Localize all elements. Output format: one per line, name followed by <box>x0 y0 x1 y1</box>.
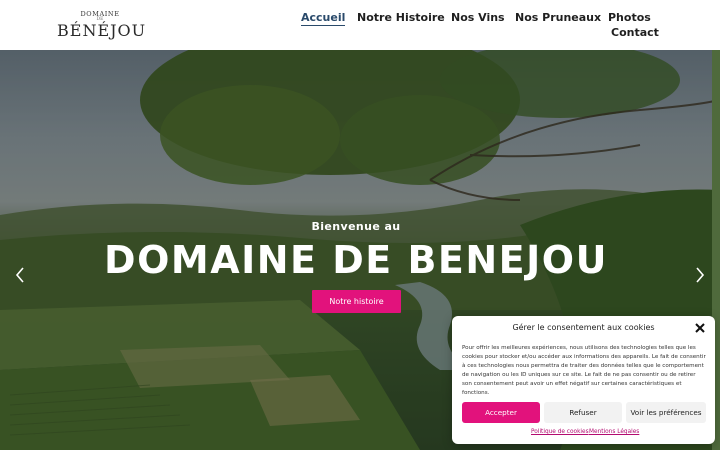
cookie-policy-link[interactable]: Politique de cookies <box>531 429 589 435</box>
nav-nos-vins[interactable]: Nos Vins <box>451 11 505 24</box>
refuse-cookies-button[interactable]: Refuser <box>544 402 622 423</box>
close-icon[interactable] <box>694 322 706 334</box>
chevron-right-icon[interactable] <box>694 267 706 283</box>
site-header: DOMAINE DE BÉNÉJOU Accueil Notre Histoir… <box>0 0 720 50</box>
cookie-consent-banner: Gérer le consentement aux cookies Pour o… <box>452 316 715 444</box>
site-logo[interactable]: DOMAINE DE BÉNÉJOU <box>57 10 147 40</box>
cookie-title: Gérer le consentement aux cookies <box>512 323 655 332</box>
view-preferences-button[interactable]: Voir les préférences <box>626 402 706 423</box>
legal-notice-link[interactable]: Mentions Légales <box>589 429 639 435</box>
hero-subtitle: Bienvenue au <box>311 220 401 233</box>
hero-cta-button[interactable]: Notre histoire <box>312 290 401 313</box>
nav-accueil[interactable]: Accueil <box>301 11 346 26</box>
nav-notre-histoire[interactable]: Notre Histoire <box>357 11 445 24</box>
nav-photos[interactable]: Photos <box>608 11 651 24</box>
hero-title: DOMAINE DE BENEJOU <box>104 238 608 282</box>
cookie-description: Pour offrir les meilleures expériences, … <box>462 345 706 396</box>
nav-nos-pruneaux[interactable]: Nos Pruneaux <box>515 11 601 24</box>
nav-contact[interactable]: Contact <box>611 26 659 39</box>
accept-cookies-button[interactable]: Accepter <box>462 402 540 423</box>
chevron-left-icon[interactable] <box>14 267 26 283</box>
logo-main-text: BÉNÉJOU <box>57 21 147 40</box>
